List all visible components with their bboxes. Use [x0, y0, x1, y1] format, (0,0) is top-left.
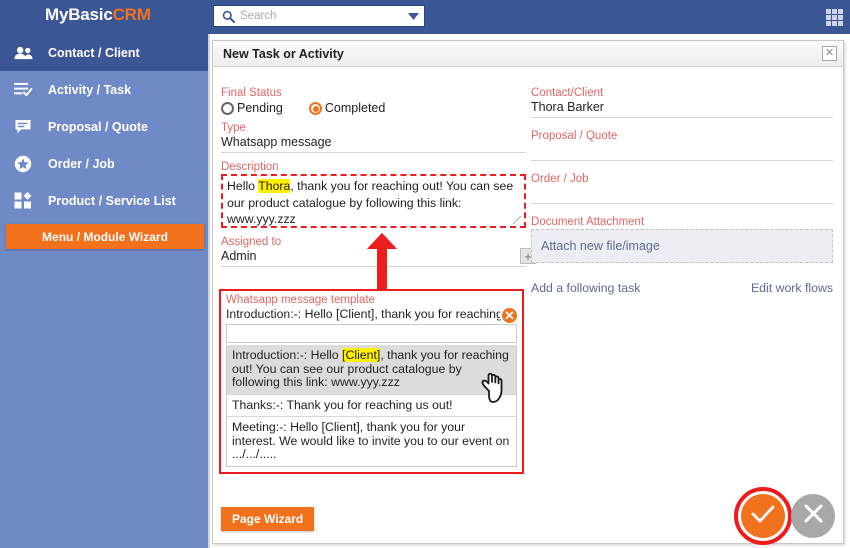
radio-dot-pending	[221, 101, 234, 115]
option-text-before: Meeting:-: Hello [Client], thank you for…	[232, 420, 510, 461]
sidebar-item-contact-client[interactable]: Contact / Client	[0, 34, 208, 71]
sidebar-item-product-service-list[interactable]: Product / Service List	[0, 182, 208, 219]
star-badge-icon	[14, 155, 44, 173]
radio-label: Completed	[324, 101, 386, 115]
sidebar-item-label: Activity / Task	[48, 82, 132, 97]
sidebar-item-label: Contact / Client	[48, 45, 140, 60]
sidebar-item-order-job[interactable]: Order / Job	[0, 145, 208, 182]
template-selected-text: Introduction:-: Hello [Client], thank yo…	[226, 307, 503, 321]
template-selected-value[interactable]: Introduction:-: Hello [Client], thank yo…	[226, 306, 517, 324]
radio-label: Pending	[237, 101, 283, 115]
assigned-to-label: Assigned to	[221, 236, 282, 248]
description-textarea[interactable]: Hello Thora, thank you for reaching out!…	[221, 174, 526, 228]
radio-dot-completed	[308, 101, 322, 115]
confirm-button[interactable]	[741, 494, 785, 538]
contact-client-field: Contact/Client Thora Barker	[531, 87, 833, 118]
close-icon[interactable]: ✕	[822, 46, 837, 61]
check-icon	[751, 504, 775, 529]
people-icon	[14, 46, 44, 60]
search-input[interactable]: Search	[240, 10, 404, 22]
cancel-button[interactable]	[791, 494, 835, 538]
proposal-quote-label: Proposal / Quote	[531, 130, 618, 142]
form-left-column: Final Status Pending Completed Type What…	[221, 87, 536, 275]
type-label: Type	[221, 122, 246, 134]
menu-module-wizard-button[interactable]: Menu / Module Wizard	[6, 224, 204, 249]
close-circle-icon[interactable]: ✕	[500, 306, 517, 324]
assigned-to-field: Assigned to Admin +	[221, 236, 536, 267]
final-status-label: Final Status	[221, 87, 282, 99]
template-option-introduction[interactable]: Introduction:-: Hello [Client], thank yo…	[227, 345, 516, 395]
sidebar-item-activity-task[interactable]: Activity / Task	[0, 71, 208, 108]
workflow-links: Add a following task Edit work flows	[531, 281, 833, 295]
document-attachment-field: Document Attachment Attach new file/imag…	[531, 216, 833, 263]
logo-text-primary: MyBasic	[45, 5, 113, 24]
page-title: New Task or Activity	[223, 46, 344, 61]
logo-text-accent: CRM	[112, 5, 151, 24]
grid-apps-icon[interactable]	[826, 9, 843, 26]
final-status-radio-group: Pending Completed	[221, 101, 526, 115]
top-bar: MyBasicCRM Search	[0, 0, 850, 34]
order-job-label: Order / Job	[531, 173, 589, 185]
sidebar-item-label: Order / Job	[48, 156, 115, 171]
radio-completed[interactable]: Completed	[308, 101, 386, 115]
new-task-panel: New Task or Activity ✕ Final Status Pend…	[212, 40, 844, 545]
template-dropdown-label: Whatsapp message template	[226, 294, 375, 306]
template-filter-input[interactable]	[226, 324, 517, 343]
order-job-field: Order / Job	[531, 173, 833, 204]
template-option-list: Introduction:-: Hello [Client], thank yo…	[226, 345, 517, 467]
description-text: Hello Thora, thank you for reaching out!…	[227, 178, 521, 228]
attach-file-button[interactable]: Attach new file/image	[531, 229, 833, 263]
form-right-column: Contact/Client Thora Barker Proposal / Q…	[531, 87, 833, 295]
app-root: MyBasicCRM Search Contact / Client Activ…	[0, 0, 850, 548]
proposal-quote-value[interactable]	[531, 143, 833, 161]
type-value[interactable]: Whatsapp message	[221, 135, 526, 153]
option-text-before: Thanks:-: Thank you for reaching us out!	[232, 397, 453, 412]
option-text-before: Introduction:-: Hello	[232, 348, 343, 362]
sidebar-item-proposal-quote[interactable]: Proposal / Quote	[0, 108, 208, 145]
close-x-icon	[803, 503, 824, 529]
option-highlight: [Client]	[342, 348, 381, 362]
checklist-icon	[14, 82, 44, 97]
template-option-thanks[interactable]: Thanks:-: Thank you for reaching us out!	[227, 394, 516, 417]
type-field: Type Whatsapp message	[221, 122, 526, 153]
description-field: Description Hello Thora, thank you for r…	[221, 161, 526, 228]
description-text-before: Hello	[227, 179, 259, 193]
document-attachment-label: Document Attachment	[531, 216, 645, 228]
chevron-down-icon[interactable]	[404, 12, 422, 20]
description-label: Description	[221, 161, 279, 173]
contact-client-label: Contact/Client	[531, 87, 604, 99]
proposal-quote-field: Proposal / Quote	[531, 130, 833, 161]
assigned-to-value[interactable]: Admin	[221, 249, 526, 267]
sidebar-item-label: Proposal / Quote	[48, 119, 149, 134]
template-dropdown: Whatsapp message template Introduction:-…	[219, 289, 524, 474]
description-highlight: Thora	[258, 179, 291, 193]
radio-pending[interactable]: Pending	[221, 101, 283, 115]
app-logo: MyBasicCRM	[45, 5, 151, 25]
contact-client-value[interactable]: Thora Barker	[531, 100, 833, 118]
search-icon	[218, 10, 238, 23]
chat-icon	[14, 119, 44, 134]
panel-header: New Task or Activity ✕	[213, 41, 843, 67]
edit-work-flows-link[interactable]: Edit work flows	[751, 281, 833, 295]
search-bar[interactable]: Search	[213, 5, 425, 27]
sidebar: Contact / Client Activity / Task Proposa…	[0, 34, 210, 548]
page-wizard-button[interactable]: Page Wizard	[221, 507, 315, 531]
sidebar-item-label: Product / Service List	[48, 193, 176, 208]
blocks-icon	[14, 192, 44, 209]
resize-handle[interactable]	[513, 216, 521, 224]
add-following-task-link[interactable]: Add a following task	[531, 281, 640, 295]
template-option-meeting[interactable]: Meeting:-: Hello [Client], thank you for…	[227, 417, 516, 466]
order-job-value[interactable]	[531, 186, 833, 204]
